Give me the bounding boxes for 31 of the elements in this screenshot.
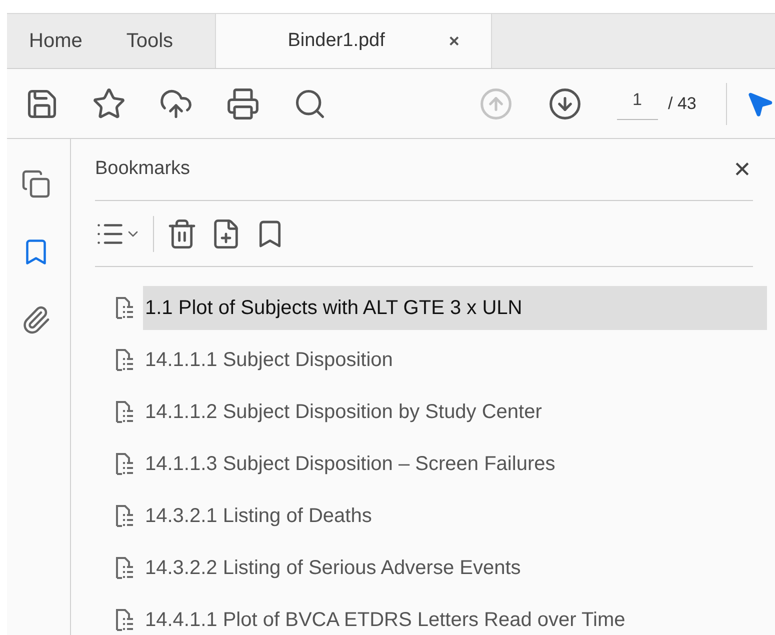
bookmark-doc-icon	[115, 608, 135, 632]
page-number-field[interactable]: 1	[616, 87, 658, 120]
tab-label: Home	[29, 29, 82, 54]
close-button[interactable]: ✕	[733, 153, 751, 186]
down-arrow-icon[interactable]	[548, 86, 582, 120]
bookmark-item[interactable]: 14.1.1.3 Subject Disposition – Screen Failures	[143, 442, 767, 486]
star-icon[interactable]	[92, 86, 126, 120]
bookmark-item[interactable]: 14.3.2.1 Listing of Deaths	[143, 494, 767, 538]
tab-label: Tools	[126, 29, 174, 54]
bookmark-item[interactable]: 14.3.2.2 Listing of Serious Adverse Events	[143, 546, 767, 590]
bookmark-doc-icon	[115, 504, 135, 528]
bookmark-doc-icon	[115, 348, 135, 372]
trash-icon[interactable]	[166, 218, 198, 250]
close-tab-button[interactable]: ×	[448, 28, 460, 54]
bookmark-doc-icon	[115, 296, 135, 320]
bookmark-item[interactable]: 14.1.1.1 Subject Disposition	[143, 338, 767, 382]
panel-title: Bookmarks	[95, 157, 190, 182]
bookmark-item[interactable]: 14.1.1.2 Subject Disposition by Study Center	[143, 390, 767, 434]
print-icon[interactable]	[226, 86, 260, 120]
attachment-icon[interactable]	[20, 305, 50, 335]
bookmark-doc-icon	[115, 400, 135, 424]
page-count: / 43	[668, 92, 696, 115]
bookmark-doc-icon	[115, 452, 135, 476]
tab-label: Binder1.pdf	[288, 28, 385, 53]
bookmark-item[interactable]: 14.4.1.1 Plot of BVCA ETDRS Letters Read over Time	[143, 598, 767, 635]
bookmark-doc-icon	[115, 556, 135, 580]
tab[interactable]: Binder1.pdf ×	[215, 14, 492, 68]
tab[interactable]: Tools	[104, 14, 196, 68]
tab[interactable]: Home	[7, 14, 104, 68]
pages-icon[interactable]	[20, 169, 50, 199]
bookmark-item[interactable]: 1.1 Plot of Subjects with ALT GTE 3 x ULN	[143, 286, 767, 330]
